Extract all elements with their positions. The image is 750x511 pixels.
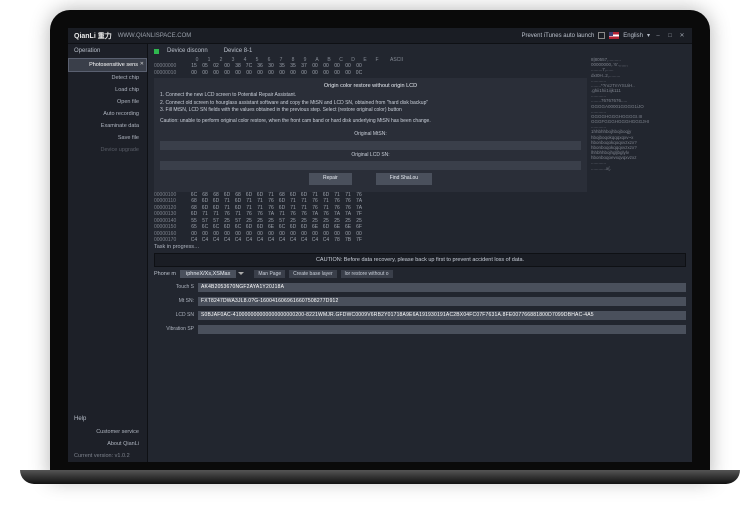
sidebar-item-open-file[interactable]: Open file — [68, 96, 147, 108]
caution-bar: CAUTION: Before data recovery, please ba… — [154, 253, 686, 267]
app-logo: QianLi 重力 — [74, 31, 112, 41]
restore-without-button[interactable]: lor restore without o — [341, 270, 393, 278]
lcd-sn-label: LCD SN — [154, 312, 194, 318]
titlebar: QianLi 重力 WWW.QIANLISPACE.COM Prevent iT… — [68, 28, 692, 44]
original-lcdsn-label: Original LCD SN: — [160, 152, 581, 160]
sidebar-item-detect-chip[interactable]: Detect chip — [68, 72, 147, 84]
vibration-sp-field[interactable] — [198, 325, 686, 334]
man-page-button[interactable]: Man Page — [254, 270, 285, 278]
original-mtsn-input[interactable] — [160, 141, 581, 150]
mt-sn-label: Mt SN: — [154, 298, 194, 304]
language-selector[interactable]: English — [623, 33, 643, 39]
sidebar-heading-operation: Operation — [68, 44, 147, 58]
instr-caution: Caution: unable to perform original colo… — [160, 118, 581, 126]
ascii-column: 8|80557,..........00000000,.'6'.,,,,,,,.… — [591, 57, 686, 250]
mt-sn-field[interactable]: FXT8247DWA3JL8.0?G-160041606961660750827… — [198, 297, 686, 306]
sidebar-item-photosensitive[interactable]: Photosensitive sens — [68, 58, 147, 72]
flag-icon — [609, 32, 619, 39]
lcd-sn-field[interactable]: S0BJAF0AC-410000000000000000000200-8221W… — [198, 311, 686, 320]
instr-line-1: 1. Connect the new LCD screen to Potenti… — [160, 92, 581, 100]
touch-sn-field[interactable]: AK4B2053670NGF2AYA1Y20J18A — [198, 283, 686, 292]
create-base-layer-button[interactable]: Create base layer — [289, 270, 336, 278]
instr-line-2: 2. Connect old screen to hourglass assis… — [160, 100, 581, 108]
laptop-base — [20, 470, 740, 484]
ascii-line: ............x{. — [591, 166, 686, 171]
sidebar-item-auto-recording[interactable]: Auto recording — [68, 108, 147, 120]
minimize-button[interactable]: – — [654, 33, 662, 39]
sidebar-item-customer-service[interactable]: Customer service — [68, 426, 147, 438]
version-label: Current version: v1.0.2 — [68, 450, 147, 462]
sidebar-item-examinate-data[interactable]: Examinate data — [68, 120, 147, 132]
instr-line-3: 3. Fill MtSN, LCD SN fields with the val… — [160, 107, 581, 115]
prevent-itunes-checkbox[interactable] — [598, 32, 605, 39]
device-name-label: Device 8-1 — [224, 48, 253, 54]
hex-row: 000000100000000000000000000000000000000C — [154, 70, 587, 77]
vibration-sp-label: Vibration SP — [154, 326, 194, 332]
sidebar-heading-help: Help — [68, 412, 147, 426]
hex-bottom-rows: 000001006C68686D686D6D71686D6D716D717176… — [154, 192, 587, 244]
hex-top-rows: 0000000015050200387C36303535370000000000… — [154, 63, 587, 76]
prevent-itunes-label: Prevent iTunes auto launch — [521, 33, 594, 39]
main-panel: Device disconn Device 8-1 0123456789ABCD… — [148, 44, 692, 462]
sidebar: Operation Photosensitive sens Detect chi… — [68, 44, 148, 462]
find-shalou-button[interactable]: Find ShaLou — [376, 173, 432, 185]
original-lcdsn-input[interactable] — [160, 161, 581, 170]
instruction-box: Origin color restore without origin LCD … — [154, 78, 587, 192]
close-button[interactable]: ✕ — [678, 32, 686, 39]
original-mtsn-label: Original MtSN: — [160, 131, 581, 139]
url-text: WWW.QIANLISPACE.COM — [118, 33, 192, 39]
sidebar-item-load-chip[interactable]: Load chip — [68, 84, 147, 96]
repair-button[interactable]: Repair — [309, 173, 352, 185]
sidebar-item-save-file[interactable]: Save file — [68, 132, 147, 144]
device-disconnect-label: Device disconn — [167, 48, 208, 54]
instruction-title: Origin color restore without origin LCD — [160, 82, 581, 90]
sidebar-item-about[interactable]: About QianLi — [68, 438, 147, 450]
language-caret-icon[interactable]: ▾ — [647, 32, 650, 39]
phone-model-label: Phone m — [154, 271, 176, 277]
maximize-button[interactable]: □ — [666, 33, 674, 39]
device-status-icon — [154, 49, 159, 54]
task-progress-label: Task in progress… — [154, 244, 587, 250]
phone-model-select[interactable]: iphneX/Xs,XSMax — [180, 270, 236, 278]
touch-sn-label: Touch S — [154, 284, 194, 290]
sidebar-item-device-upgrade[interactable]: Device upgrade — [68, 144, 147, 156]
